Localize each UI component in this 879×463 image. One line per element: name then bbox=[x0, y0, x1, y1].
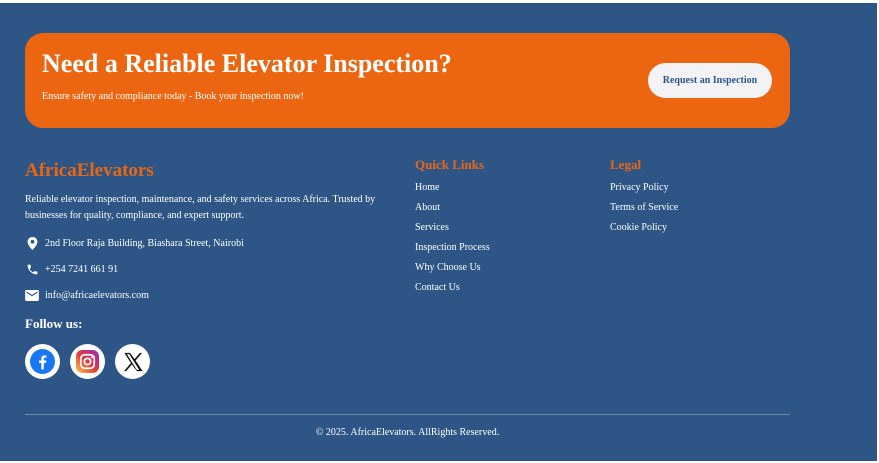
cta-banner: Need a Reliable Elevator Inspection? Ens… bbox=[25, 33, 790, 128]
facebook-icon bbox=[30, 349, 55, 374]
legal-link-cookie-policy[interactable]: Cookie Policy bbox=[610, 222, 678, 242]
legal-title: Legal bbox=[610, 157, 642, 172]
quick-links-title: Quick Links bbox=[415, 157, 485, 172]
contact-phone: +254 7241 661 91 bbox=[25, 261, 118, 277]
quick-link-contact-us[interactable]: Contact Us bbox=[415, 282, 490, 302]
request-inspection-button[interactable]: Request an Inspection bbox=[648, 63, 772, 98]
brand-name: AfricaElevators bbox=[25, 160, 154, 181]
legal-link-terms-of-service[interactable]: Terms of Service bbox=[610, 202, 678, 222]
address-text: 2nd Floor Raja Building, Biashara Street… bbox=[45, 237, 244, 249]
cta-subtitle: Ensure safety and compliance today - Boo… bbox=[42, 91, 304, 102]
facebook-button[interactable] bbox=[25, 344, 60, 379]
site-footer: Need a Reliable Elevator Inspection? Ens… bbox=[0, 3, 877, 461]
quick-link-inspection-process[interactable]: Inspection Process bbox=[415, 242, 490, 262]
cta-title: Need a Reliable Elevator Inspection? bbox=[42, 49, 452, 78]
phone-text: +254 7241 661 91 bbox=[45, 263, 119, 275]
quick-links-list: Home About Services Inspection Process W… bbox=[415, 182, 490, 302]
phone-icon bbox=[25, 262, 39, 276]
legal-links-list: Privacy Policy Terms of Service Cookie P… bbox=[610, 182, 678, 242]
instagram-button[interactable] bbox=[70, 344, 105, 379]
quick-link-about[interactable]: About bbox=[415, 202, 490, 222]
x-icon bbox=[122, 351, 144, 373]
contact-address: 2nd Floor Raja Building, Biashara Street… bbox=[25, 235, 244, 251]
footer-divider bbox=[25, 414, 790, 415]
location-pin-icon bbox=[25, 236, 39, 250]
contact-email: info@africaelevators.com bbox=[25, 287, 149, 303]
email-text: info@africaelevators.com bbox=[45, 289, 149, 301]
quick-link-why-choose-us[interactable]: Why Choose Us bbox=[415, 262, 490, 282]
copyright-text: © 2025. AfricaElevators. AllRights Reser… bbox=[315, 427, 500, 438]
quick-link-services[interactable]: Services bbox=[415, 222, 490, 242]
x-button[interactable] bbox=[115, 344, 150, 379]
legal-link-privacy-policy[interactable]: Privacy Policy bbox=[610, 182, 678, 202]
mail-icon bbox=[25, 288, 39, 302]
brand-description: Reliable elevator inspection, maintenanc… bbox=[25, 194, 376, 221]
instagram-icon bbox=[76, 350, 99, 373]
quick-link-home[interactable]: Home bbox=[415, 182, 490, 202]
follow-us-title: Follow us: bbox=[25, 316, 83, 331]
